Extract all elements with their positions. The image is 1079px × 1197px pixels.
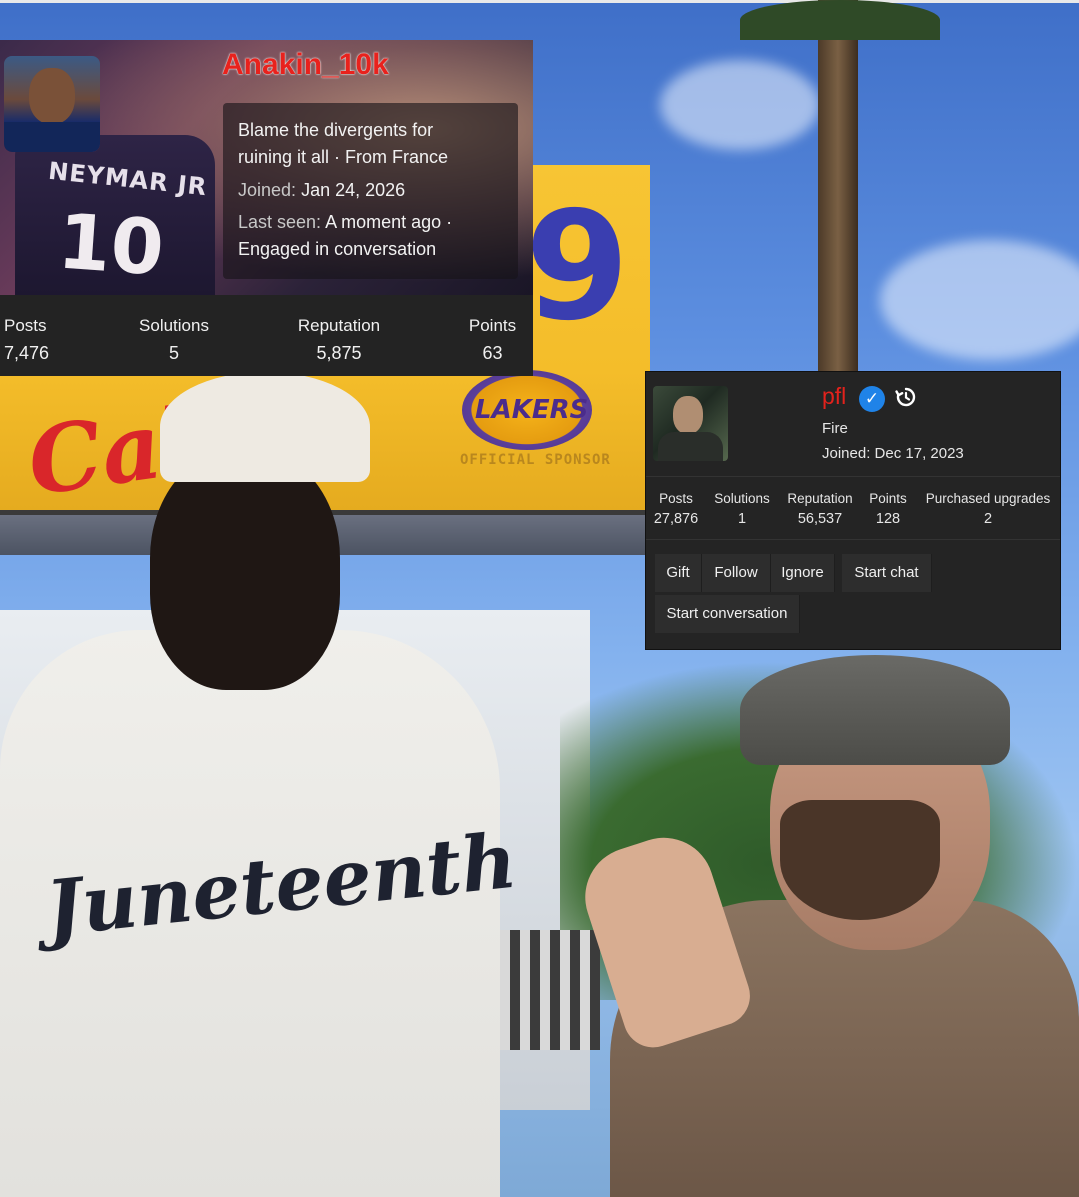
start-conversation-button[interactable]: Start conversation [655,595,800,633]
top-border [0,0,1079,3]
stat-value: 63 [482,343,503,363]
stat-value: 128 [875,511,901,527]
gift-button[interactable]: Gift [655,554,702,592]
stats-bar: Posts 7,476 Solutions 5 Reputation 5,875… [0,295,533,376]
stat-label: Purchased upgrades [925,491,1051,506]
stat-solutions[interactable]: Solutions 1 [710,489,774,530]
person-left-cap [160,372,370,482]
follow-button[interactable]: Follow [702,554,771,592]
stat-label: Reputation [297,316,381,335]
bio-line-2: ruining it all · From France [238,147,449,167]
joined-row: Joined: Jan 24, 2026 [238,177,405,204]
stat-points[interactable]: Points 128 [866,489,910,530]
user-profile-card-pfl: pfl ✓ Fire Joined: Dec 17, 2023 Posts 27… [645,371,1061,650]
banner-jersey-number: 10 [55,196,167,293]
cloud [660,60,820,150]
username[interactable]: pfl [822,383,846,410]
avatar[interactable] [4,56,100,152]
stat-solutions[interactable]: Solutions 5 [128,313,220,367]
palm-leaves [740,0,940,40]
stat-value: 1 [737,511,747,527]
stat-label: Posts [659,491,693,506]
person-left-head [150,450,340,690]
stat-value: 27,876 [653,511,699,527]
avatar[interactable] [653,386,728,461]
billboard-number: 9 [525,180,630,354]
stat-label: Points [468,316,517,335]
stat-value: 2 [983,511,993,527]
stat-reputation[interactable]: Reputation 5,875 [284,313,394,367]
stat-posts[interactable]: Posts 7,476 [4,313,49,367]
stat-posts[interactable]: Posts 27,876 [653,489,699,530]
stat-label: Solutions [139,316,209,335]
divider [646,539,1060,540]
bio-line-1: Blame the divergents for [238,120,434,140]
activity-status: Engaged in conversation [238,239,437,259]
billboard-sponsor-text: OFFICIAL SPONSOR [460,452,611,468]
user-title: Fire [822,420,848,437]
profile-info-box: Blame the divergents for ruining it all … [223,103,518,279]
stat-value: 5,875 [316,343,362,363]
avatar-face [29,68,75,124]
start-chat-button[interactable]: Start chat [842,554,932,592]
stat-value: 5 [168,343,179,363]
avatar-face [673,396,703,434]
joined-value: Jan 24, 2026 [301,180,406,200]
joined-label: Joined: [238,180,297,200]
history-icon[interactable] [894,385,918,409]
ignore-button[interactable]: Ignore [771,554,835,592]
stat-points[interactable]: Points 63 [460,313,525,367]
last-seen-value: A moment ago · [325,212,453,232]
stat-value: 7,476 [4,343,50,363]
avatar-shirt [4,122,100,152]
divider [646,476,1060,477]
stat-label: Points [869,491,907,506]
joined-date: Joined: Dec 17, 2023 [822,445,964,462]
stat-label: Solutions [714,491,770,506]
last-seen-row: Last seen: A moment ago · [238,209,452,236]
person-right-cap [740,655,1010,765]
person-right-beard [780,800,940,920]
stat-value: 56,537 [797,511,843,527]
lakers-logo-text: LAKERS [475,395,589,425]
last-seen-label: Last seen: [238,212,322,232]
stat-label: Posts [4,316,47,335]
user-profile-card-anakin: NEYMAR JR 10 Anakin_10k Blame the diverg… [0,40,533,376]
verified-check-icon: ✓ [859,386,885,412]
stat-purchased-upgrades[interactable]: Purchased upgrades 2 [921,489,1055,530]
avatar-coat [658,432,723,461]
stat-label: Reputation [787,491,853,506]
stat-reputation[interactable]: Reputation 56,537 [784,489,856,530]
username[interactable]: Anakin_10k [222,48,389,82]
